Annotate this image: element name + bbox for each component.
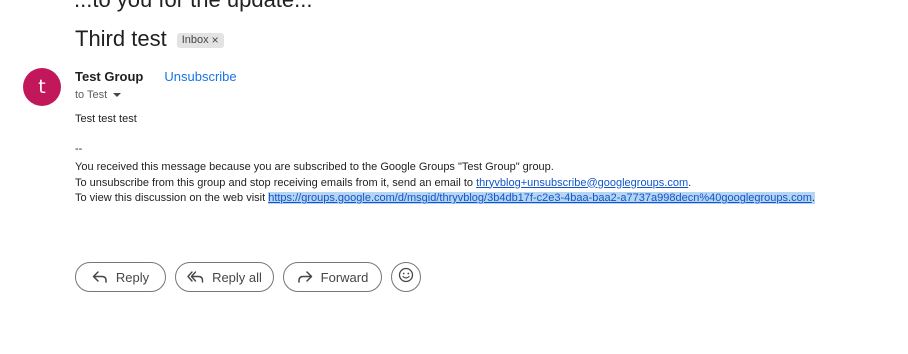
reply-icon bbox=[92, 270, 108, 284]
recipients-text: to Test bbox=[75, 89, 108, 101]
reply-all-button[interactable]: Reply all bbox=[175, 262, 274, 292]
email-subject: Third test bbox=[75, 26, 167, 51]
inbox-label-chip[interactable]: Inbox × bbox=[176, 32, 224, 48]
previous-text-cut: ...to you for the update... bbox=[74, 0, 313, 13]
footer-line-1: You received this message because you ar… bbox=[75, 161, 554, 173]
footer-line-2-prefix: To unsubscribe from this group and stop … bbox=[75, 176, 477, 189]
emoji-reaction-button[interactable] bbox=[391, 262, 421, 292]
sender-name[interactable]: Test Group bbox=[75, 69, 143, 84]
forward-icon bbox=[297, 270, 313, 284]
unsubscribe-link[interactable]: Unsubscribe bbox=[164, 69, 236, 84]
selected-text-highlight: https://groups.google.com/d/msgid/thryvb… bbox=[268, 192, 815, 204]
footer-line-3-prefix: To view this discussion on the web visit bbox=[75, 192, 269, 204]
footer-line-3-suffix: . bbox=[811, 192, 815, 204]
reply-all-label: Reply all bbox=[212, 269, 262, 285]
footer-line-2-suffix: . bbox=[688, 176, 692, 189]
footer-line-3: To view this discussion on the web visit… bbox=[75, 191, 815, 207]
forward-button[interactable]: Forward bbox=[283, 262, 382, 292]
group-footer: You received this message because you ar… bbox=[75, 160, 815, 207]
smiley-icon bbox=[398, 267, 414, 288]
sender-row: Test Group Unsubscribe bbox=[75, 69, 237, 84]
message-body: Test test test bbox=[75, 113, 137, 125]
discussion-web-link[interactable]: https://groups.google.com/d/msgid/thryvb… bbox=[268, 192, 812, 204]
avatar[interactable]: t bbox=[23, 68, 61, 106]
reply-label: Reply bbox=[115, 269, 150, 285]
label-text: Inbox bbox=[181, 33, 209, 46]
chevron-down-icon[interactable] bbox=[113, 93, 122, 97]
message-actions: Reply Reply all Forward bbox=[75, 262, 421, 292]
signature-separator: -- bbox=[75, 143, 83, 155]
unsubscribe-email-link[interactable]: thryvblog+unsubscribe@googlegroups.com bbox=[476, 177, 688, 189]
subject-row: Third test Inbox × bbox=[75, 26, 224, 52]
forward-label: Forward bbox=[320, 269, 369, 285]
email-view: ...to you for the update... Third test I… bbox=[0, 0, 908, 354]
reply-button[interactable]: Reply bbox=[75, 262, 166, 292]
footer-line-2: To unsubscribe from this group and stop … bbox=[75, 176, 815, 192]
remove-label-icon[interactable]: × bbox=[212, 34, 219, 46]
recipients-toggle[interactable]: to Test bbox=[75, 89, 122, 101]
reply-all-icon bbox=[187, 270, 204, 284]
